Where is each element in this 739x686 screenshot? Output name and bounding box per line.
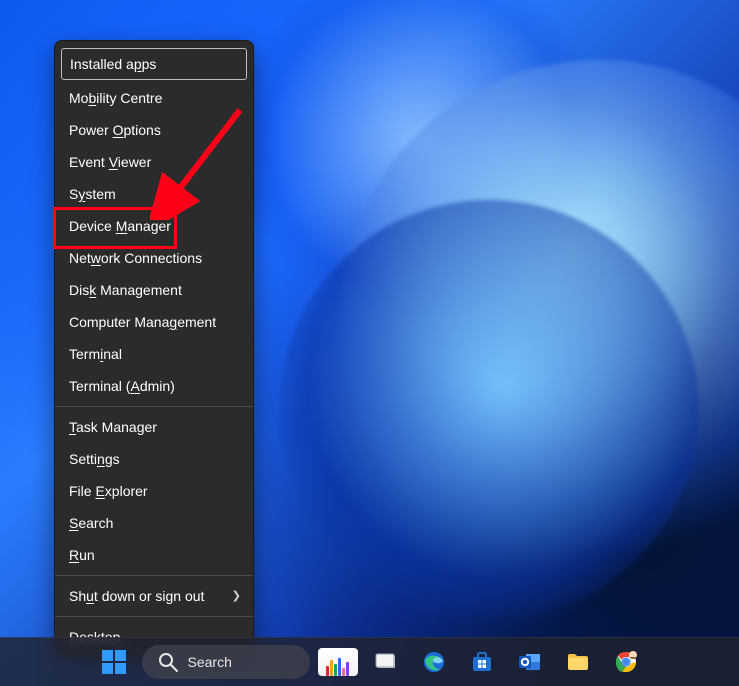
taskbar-file-explorer[interactable] [558, 642, 598, 682]
menu-mobility-centre[interactable]: Mobility Centre [55, 82, 253, 114]
menu-search[interactable]: Search [55, 507, 253, 539]
search-icon [156, 650, 180, 674]
widgets-icon [318, 648, 358, 676]
windows-logo-icon [102, 650, 126, 674]
menu-separator [55, 616, 253, 617]
task-view-icon [374, 650, 398, 674]
chrome-icon [614, 650, 638, 674]
taskbar-chrome[interactable] [606, 642, 646, 682]
taskbar: Search [0, 637, 739, 686]
winx-context-menu: Installed appsMobility CentrePower Optio… [54, 40, 254, 658]
menu-network-connections[interactable]: Network Connections [55, 242, 253, 274]
start-button[interactable] [94, 642, 134, 682]
taskbar-task-view[interactable] [366, 642, 406, 682]
taskbar-search[interactable]: Search [142, 645, 310, 679]
taskbar-edge[interactable] [414, 642, 454, 682]
store-icon [470, 650, 494, 674]
menu-task-manager[interactable]: Task Manager [55, 411, 253, 443]
menu-run[interactable]: Run [55, 539, 253, 571]
menu-terminal[interactable]: Terminal [55, 338, 253, 370]
menu-power-options[interactable]: Power Options [55, 114, 253, 146]
menu-computer-management[interactable]: Computer Management [55, 306, 253, 338]
menu-settings[interactable]: Settings [55, 443, 253, 475]
menu-disk-management[interactable]: Disk Management [55, 274, 253, 306]
chevron-right-icon: ❯ [232, 587, 241, 605]
menu-system[interactable]: System [55, 178, 253, 210]
menu-device-manager[interactable]: Device Manager [55, 210, 253, 242]
folder-icon [566, 650, 590, 674]
menu-separator [55, 406, 253, 407]
menu-event-viewer[interactable]: Event Viewer [55, 146, 253, 178]
menu-shutdown-signout[interactable]: Shut down or sign out❯ [55, 580, 253, 612]
edge-icon [422, 650, 446, 674]
taskbar-search-label: Search [188, 654, 232, 670]
taskbar-store[interactable] [462, 642, 502, 682]
menu-terminal-admin[interactable]: Terminal (Admin) [55, 370, 253, 402]
taskbar-outlook[interactable] [510, 642, 550, 682]
outlook-icon [518, 650, 542, 674]
taskbar-widgets[interactable] [318, 642, 358, 682]
menu-installed-apps[interactable]: Installed apps [61, 48, 247, 80]
menu-file-explorer[interactable]: File Explorer [55, 475, 253, 507]
menu-separator [55, 575, 253, 576]
